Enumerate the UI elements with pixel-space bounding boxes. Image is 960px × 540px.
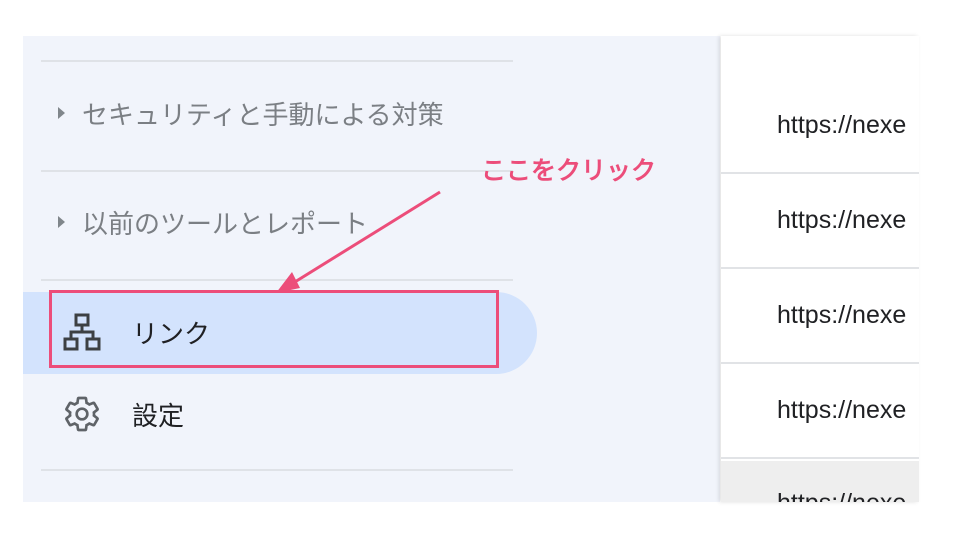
link-url[interactable]: https://nexe (721, 206, 906, 235)
link-url[interactable]: https://nexe (721, 111, 906, 140)
sidebar: セキュリティと手動による対策 以前のツールとレポート リンク 設定 (23, 36, 720, 502)
table-row[interactable]: https://nexe (721, 79, 919, 174)
annotation-label: ここをクリック (481, 156, 657, 185)
section-security-manual-actions[interactable]: セキュリティと手動による対策 (41, 83, 513, 143)
sidebar-item-links[interactable]: リンク (50, 295, 500, 369)
link-url[interactable]: https://nexe (721, 396, 906, 425)
link-url[interactable]: https://nexe (721, 301, 906, 330)
caret-right-icon (58, 216, 65, 228)
caret-right-icon (58, 107, 65, 119)
gear-icon (60, 392, 104, 436)
divider (41, 469, 513, 471)
sidebar-item-label: リンク (132, 319, 211, 350)
section-label: セキュリティと手動による対策 (82, 100, 444, 131)
divider (41, 279, 513, 281)
link-url[interactable]: https://nexe (721, 461, 906, 502)
sitemap-icon (60, 310, 104, 354)
section-label: 以前のツールとレポート (82, 209, 369, 240)
sidebar-item-settings[interactable]: 設定 (50, 377, 500, 451)
divider (41, 170, 513, 172)
table-row[interactable]: https://nexe (721, 174, 919, 269)
divider (41, 60, 513, 62)
section-legacy-tools-reports[interactable]: 以前のツールとレポート (41, 192, 513, 252)
table-row[interactable]: https://nexe (721, 364, 919, 459)
sidebar-item-label: 設定 (132, 401, 185, 432)
table-row[interactable]: https://nexe (721, 461, 919, 502)
links-panel: https://nexe https://nexe https://nexe h… (721, 36, 919, 502)
table-row[interactable]: https://nexe (721, 269, 919, 364)
